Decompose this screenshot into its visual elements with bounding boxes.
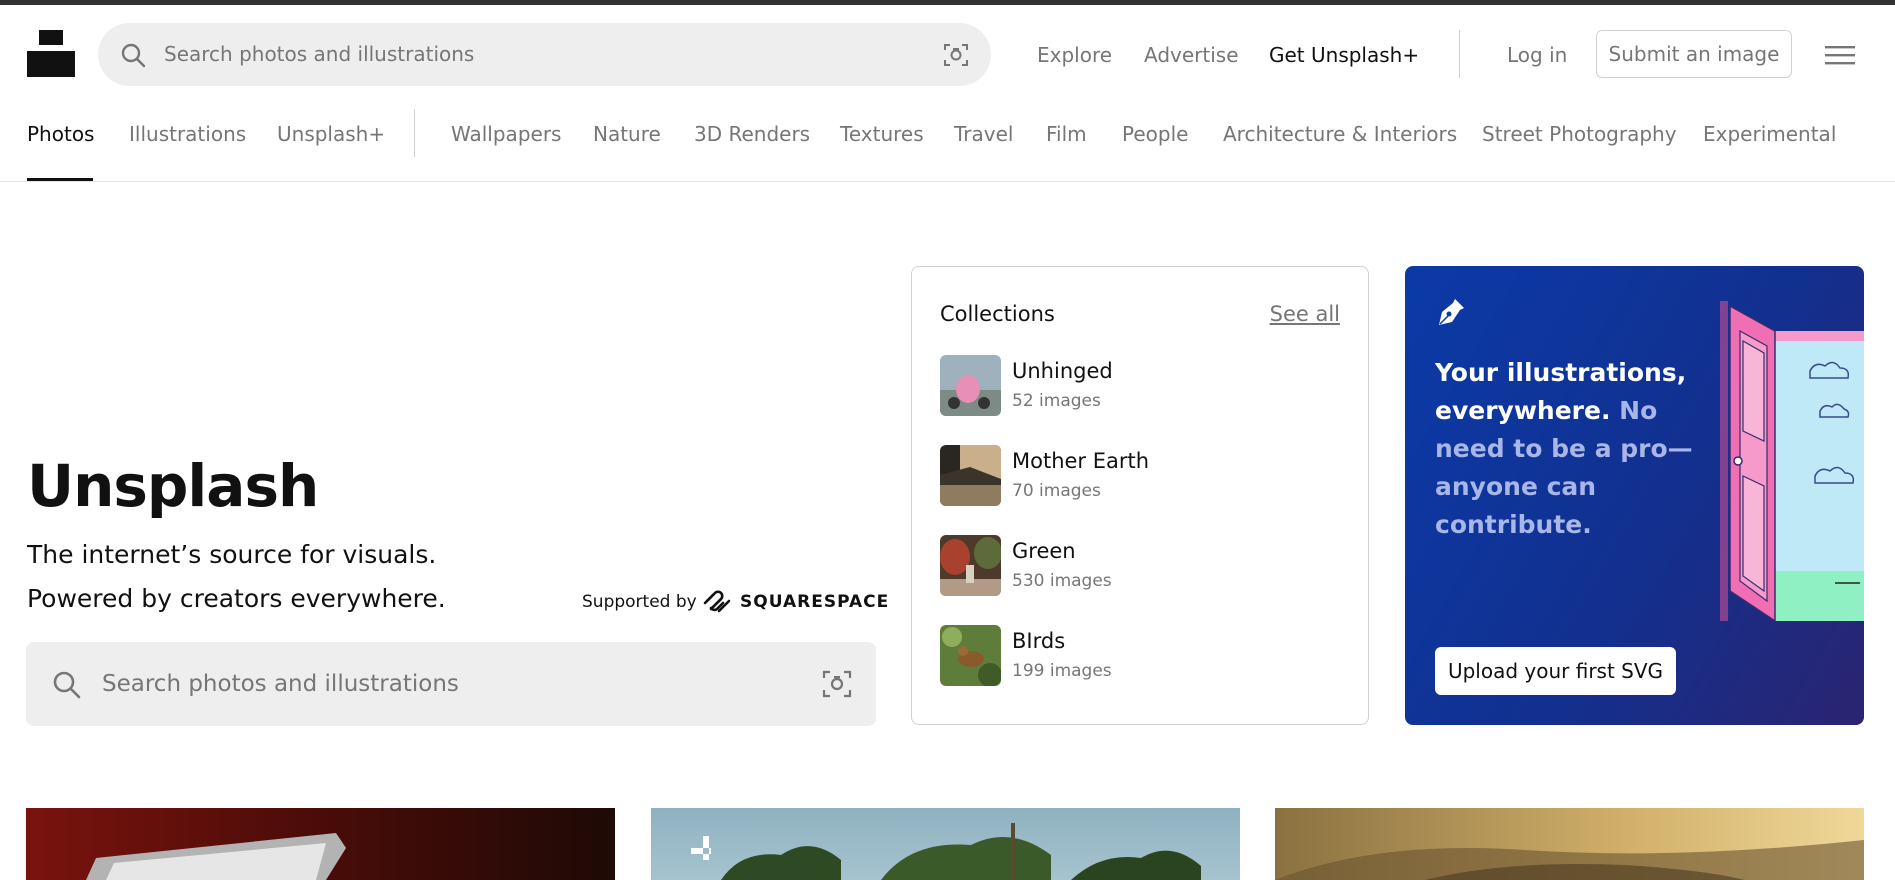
hamburger-menu-icon[interactable]: [1825, 45, 1855, 65]
tab-illustrations[interactable]: Illustrations: [129, 122, 246, 146]
active-tab-indicator: [27, 178, 93, 181]
photo-card[interactable]: [1275, 808, 1864, 880]
tab-travel[interactable]: Travel: [954, 122, 1013, 146]
submit-image-button[interactable]: Submit an image: [1596, 30, 1792, 78]
supported-by-label: Supported by: [582, 592, 697, 612]
hero-subtitle-line1: The internet’s source for visuals.: [27, 540, 437, 569]
collections-title: Collections: [940, 302, 1055, 326]
promo-line5: contribute.: [1435, 510, 1592, 539]
nav-get-unsplash-plus-link[interactable]: Get Unsplash+: [1269, 43, 1419, 67]
squarespace-logo-icon[interactable]: [702, 588, 732, 614]
promo-line2-rest: No: [1610, 396, 1658, 425]
hero-title: Unsplash: [27, 452, 319, 520]
collection-count: 52 images: [1012, 391, 1101, 411]
tab-wallpapers[interactable]: Wallpapers: [451, 122, 561, 146]
tab-3d-renders[interactable]: 3D Renders: [694, 122, 810, 146]
collection-count: 199 images: [1012, 661, 1112, 681]
promo-line1: Your illustrations,: [1435, 358, 1687, 387]
collection-item[interactable]: BIrds 199 images: [940, 625, 1340, 687]
collection-item[interactable]: Mother Earth 70 images: [940, 445, 1340, 507]
collection-thumbnail[interactable]: [940, 355, 1001, 416]
collection-name: Green: [1012, 539, 1076, 563]
tab-textures[interactable]: Textures: [840, 122, 924, 146]
hero-search-input[interactable]: Search photos and illustrations: [102, 671, 459, 697]
hero-search-bar[interactable]: Search photos and illustrations: [26, 642, 876, 726]
nav-explore-link[interactable]: Explore: [1037, 43, 1112, 67]
collection-thumbnail[interactable]: [940, 535, 1001, 596]
collection-name: BIrds: [1012, 629, 1066, 653]
collection-count: 70 images: [1012, 481, 1101, 501]
hero-subtitle-line2: Powered by creators everywhere.: [27, 584, 446, 613]
nav-advertise-link[interactable]: Advertise: [1144, 43, 1239, 67]
pen-nib-icon: [1439, 299, 1464, 325]
collection-item[interactable]: Unhinged 52 images: [940, 355, 1340, 417]
illustrations-promo-card: Your illustrations, everywhere. No need …: [1405, 266, 1864, 725]
tab-experimental[interactable]: Experimental: [1703, 122, 1836, 146]
header-divider: [1459, 30, 1460, 78]
upload-first-svg-button[interactable]: Upload your first SVG: [1435, 647, 1676, 695]
photo-card[interactable]: [651, 808, 1240, 880]
collection-count: 530 images: [1012, 571, 1112, 591]
login-link[interactable]: Log in: [1507, 43, 1567, 67]
collections-card: Collections See all Unhinged 52 images M…: [911, 266, 1369, 725]
collection-thumbnail[interactable]: [940, 445, 1001, 506]
site-header: Search photos and illustrations Explore …: [0, 5, 1895, 103]
tab-architecture-interiors[interactable]: Architecture & Interiors: [1223, 122, 1457, 146]
tab-film[interactable]: Film: [1046, 122, 1087, 146]
visual-search-icon[interactable]: [822, 669, 852, 699]
collection-thumbnail[interactable]: [940, 625, 1001, 686]
open-door-illustration: [1720, 301, 1864, 621]
tab-street-photography[interactable]: Street Photography: [1482, 122, 1677, 146]
category-tabs: Photos Illustrations Unsplash+ Wallpaper…: [0, 103, 1895, 182]
header-search-bar[interactable]: Search photos and illustrations: [98, 23, 991, 86]
promo-line2-highlight: everywhere.: [1435, 396, 1611, 425]
search-icon[interactable]: [51, 669, 81, 699]
unsplash-logo-icon[interactable]: [27, 30, 75, 77]
visual-search-icon[interactable]: [943, 42, 969, 68]
search-icon[interactable]: [120, 42, 146, 68]
collection-item[interactable]: Green 530 images: [940, 535, 1340, 597]
tabs-divider: [414, 109, 415, 157]
tab-people[interactable]: People: [1122, 122, 1188, 146]
collection-name: Unhinged: [1012, 359, 1113, 383]
see-all-collections-link[interactable]: See all: [1270, 302, 1340, 326]
tab-unsplash-plus[interactable]: Unsplash+: [277, 122, 385, 146]
squarespace-sponsor-link[interactable]: SQUARESPACE: [740, 592, 889, 612]
photo-card[interactable]: [26, 808, 615, 880]
promo-line2: everywhere. No: [1435, 396, 1657, 425]
promo-line4: anyone can: [1435, 472, 1597, 501]
collection-name: Mother Earth: [1012, 449, 1150, 473]
promo-line3: need to be a pro—: [1435, 434, 1693, 463]
tab-nature[interactable]: Nature: [593, 122, 661, 146]
tab-photos[interactable]: Photos: [27, 122, 94, 146]
header-search-input[interactable]: Search photos and illustrations: [164, 42, 474, 66]
